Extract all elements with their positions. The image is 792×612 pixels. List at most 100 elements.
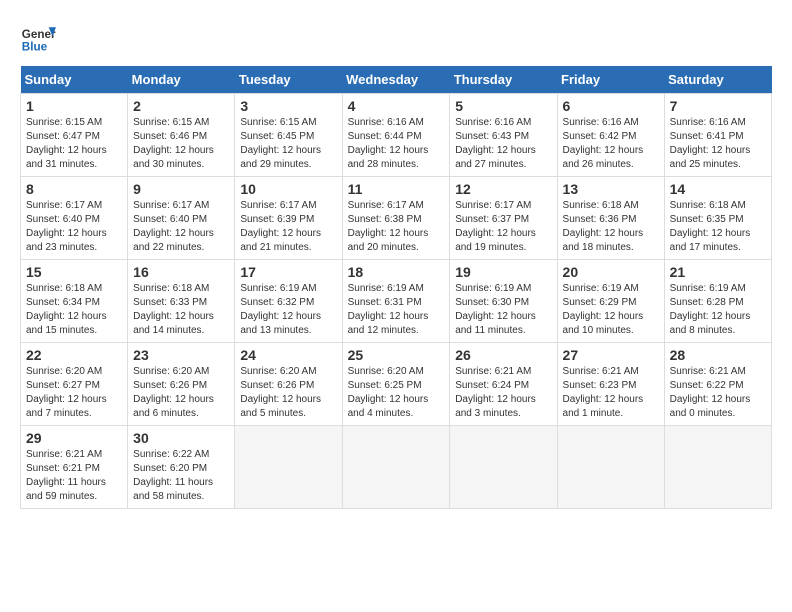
calendar-cell: 15 Sunrise: 6:18 AM Sunset: 6:34 PM Dayli…: [21, 260, 128, 343]
calendar-cell: 7 Sunrise: 6:16 AM Sunset: 6:41 PM Daylig…: [664, 94, 771, 177]
calendar-cell: 13 Sunrise: 6:18 AM Sunset: 6:36 PM Dayli…: [557, 177, 664, 260]
day-info: Sunrise: 6:17 AM Sunset: 6:38 PM Dayligh…: [348, 199, 445, 255]
calendar-cell: 8 Sunrise: 6:17 AM Sunset: 6:40 PM Daylig…: [21, 177, 128, 260]
day-number: 20: [563, 264, 659, 280]
day-info: Sunrise: 6:16 AM Sunset: 6:43 PM Dayligh…: [455, 116, 551, 172]
day-number: 4: [348, 98, 445, 114]
day-info: Sunrise: 6:19 AM Sunset: 6:32 PM Dayligh…: [240, 282, 336, 338]
calendar-cell: 5 Sunrise: 6:16 AM Sunset: 6:43 PM Daylig…: [450, 94, 557, 177]
calendar-cell: 17 Sunrise: 6:19 AM Sunset: 6:32 PM Dayli…: [235, 260, 342, 343]
calendar-cell: 12 Sunrise: 6:17 AM Sunset: 6:37 PM Dayli…: [450, 177, 557, 260]
day-info: Sunrise: 6:16 AM Sunset: 6:42 PM Dayligh…: [563, 116, 659, 172]
calendar-cell: 9 Sunrise: 6:17 AM Sunset: 6:40 PM Daylig…: [128, 177, 235, 260]
calendar-cell: 1 Sunrise: 6:15 AM Sunset: 6:47 PM Daylig…: [21, 94, 128, 177]
calendar-cell: 11Sunrise: 6:17 AM Sunset: 6:38 PM Dayli…: [342, 177, 450, 260]
logo-icon: General Blue: [20, 20, 56, 56]
calendar-cell: 21 Sunrise: 6:19 AM Sunset: 6:28 PM Dayli…: [664, 260, 771, 343]
calendar-week-1: 1 Sunrise: 6:15 AM Sunset: 6:47 PM Daylig…: [21, 94, 772, 177]
day-info: Sunrise: 6:18 AM Sunset: 6:33 PM Dayligh…: [133, 282, 229, 338]
day-number: 3: [240, 98, 336, 114]
calendar-cell: [235, 426, 342, 509]
calendar-cell: [664, 426, 771, 509]
day-info: Sunrise: 6:17 AM Sunset: 6:40 PM Dayligh…: [133, 199, 229, 255]
day-number: 23: [133, 347, 229, 363]
day-info: Sunrise: 6:17 AM Sunset: 6:37 PM Dayligh…: [455, 199, 551, 255]
day-number: 19: [455, 264, 551, 280]
calendar-week-4: 22 Sunrise: 6:20 AM Sunset: 6:27 PM Dayli…: [21, 343, 772, 426]
calendar-cell: [342, 426, 450, 509]
day-number: 5: [455, 98, 551, 114]
day-number: 7: [670, 98, 766, 114]
day-number: 1: [26, 98, 122, 114]
day-number: 26: [455, 347, 551, 363]
calendar-cell: 30 Sunrise: 6:22 AM Sunset: 6:20 PM Dayli…: [128, 426, 235, 509]
calendar-week-3: 15 Sunrise: 6:18 AM Sunset: 6:34 PM Dayli…: [21, 260, 772, 343]
day-info: Sunrise: 6:15 AM Sunset: 6:47 PM Dayligh…: [26, 116, 122, 172]
page-header: General Blue: [20, 20, 772, 56]
day-info: Sunrise: 6:15 AM Sunset: 6:46 PM Dayligh…: [133, 116, 229, 172]
day-number: 25: [348, 347, 445, 363]
calendar-cell: 14Sunrise: 6:18 AM Sunset: 6:35 PM Dayli…: [664, 177, 771, 260]
day-number: 21: [670, 264, 766, 280]
calendar-cell: 27Sunrise: 6:21 AM Sunset: 6:23 PM Dayli…: [557, 343, 664, 426]
day-info: Sunrise: 6:20 AM Sunset: 6:26 PM Dayligh…: [133, 365, 229, 421]
calendar-cell: 22 Sunrise: 6:20 AM Sunset: 6:27 PM Dayli…: [21, 343, 128, 426]
calendar-cell: 26 Sunrise: 6:21 AM Sunset: 6:24 PM Dayli…: [450, 343, 557, 426]
day-info: Sunrise: 6:18 AM Sunset: 6:34 PM Dayligh…: [26, 282, 122, 338]
day-number: 12: [455, 181, 551, 197]
day-info: Sunrise: 6:21 AM Sunset: 6:21 PM Dayligh…: [26, 448, 122, 504]
day-info: Sunrise: 6:16 AM Sunset: 6:44 PM Dayligh…: [348, 116, 445, 172]
weekday-header-monday: Monday: [128, 66, 235, 94]
calendar-cell: 2 Sunrise: 6:15 AM Sunset: 6:46 PM Daylig…: [128, 94, 235, 177]
day-number: 15: [26, 264, 122, 280]
day-number: 8: [26, 181, 122, 197]
day-number: 29: [26, 430, 122, 446]
calendar-table: SundayMondayTuesdayWednesdayThursdayFrid…: [20, 66, 772, 509]
weekday-header-tuesday: Tuesday: [235, 66, 342, 94]
calendar-cell: 29 Sunrise: 6:21 AM Sunset: 6:21 PM Dayli…: [21, 426, 128, 509]
day-info: Sunrise: 6:21 AM Sunset: 6:22 PM Dayligh…: [670, 365, 766, 421]
day-number: 14: [670, 181, 766, 197]
day-info: Sunrise: 6:19 AM Sunset: 6:30 PM Dayligh…: [455, 282, 551, 338]
day-number: 10: [240, 181, 336, 197]
day-number: 24: [240, 347, 336, 363]
day-number: 2: [133, 98, 229, 114]
calendar-cell: 4 Sunrise: 6:16 AM Sunset: 6:44 PM Daylig…: [342, 94, 450, 177]
day-info: Sunrise: 6:19 AM Sunset: 6:28 PM Dayligh…: [670, 282, 766, 338]
day-info: Sunrise: 6:21 AM Sunset: 6:24 PM Dayligh…: [455, 365, 551, 421]
day-info: Sunrise: 6:17 AM Sunset: 6:40 PM Dayligh…: [26, 199, 122, 255]
day-info: Sunrise: 6:17 AM Sunset: 6:39 PM Dayligh…: [240, 199, 336, 255]
calendar-cell: 28 Sunrise: 6:21 AM Sunset: 6:22 PM Dayli…: [664, 343, 771, 426]
day-info: Sunrise: 6:15 AM Sunset: 6:45 PM Dayligh…: [240, 116, 336, 172]
day-number: 6: [563, 98, 659, 114]
day-info: Sunrise: 6:18 AM Sunset: 6:36 PM Dayligh…: [563, 199, 659, 255]
day-number: 30: [133, 430, 229, 446]
day-info: Sunrise: 6:22 AM Sunset: 6:20 PM Dayligh…: [133, 448, 229, 504]
calendar-cell: 25 Sunrise: 6:20 AM Sunset: 6:25 PM Dayli…: [342, 343, 450, 426]
day-info: Sunrise: 6:16 AM Sunset: 6:41 PM Dayligh…: [670, 116, 766, 172]
day-number: 9: [133, 181, 229, 197]
calendar-cell: 6 Sunrise: 6:16 AM Sunset: 6:42 PM Daylig…: [557, 94, 664, 177]
day-info: Sunrise: 6:19 AM Sunset: 6:29 PM Dayligh…: [563, 282, 659, 338]
calendar-cell: 19 Sunrise: 6:19 AM Sunset: 6:30 PM Dayli…: [450, 260, 557, 343]
calendar-cell: [450, 426, 557, 509]
calendar-week-2: 8 Sunrise: 6:17 AM Sunset: 6:40 PM Daylig…: [21, 177, 772, 260]
calendar-cell: [557, 426, 664, 509]
weekday-header-wednesday: Wednesday: [342, 66, 450, 94]
day-info: Sunrise: 6:20 AM Sunset: 6:26 PM Dayligh…: [240, 365, 336, 421]
calendar-cell: 18 Sunrise: 6:19 AM Sunset: 6:31 PM Dayli…: [342, 260, 450, 343]
day-number: 13: [563, 181, 659, 197]
day-number: 28: [670, 347, 766, 363]
day-number: 16: [133, 264, 229, 280]
day-number: 27: [563, 347, 659, 363]
weekday-header-saturday: Saturday: [664, 66, 771, 94]
day-info: Sunrise: 6:19 AM Sunset: 6:31 PM Dayligh…: [348, 282, 445, 338]
weekday-header-friday: Friday: [557, 66, 664, 94]
day-info: Sunrise: 6:20 AM Sunset: 6:25 PM Dayligh…: [348, 365, 445, 421]
calendar-cell: 16 Sunrise: 6:18 AM Sunset: 6:33 PM Dayli…: [128, 260, 235, 343]
day-number: 18: [348, 264, 445, 280]
day-info: Sunrise: 6:20 AM Sunset: 6:27 PM Dayligh…: [26, 365, 122, 421]
day-number: 17: [240, 264, 336, 280]
calendar-cell: 10 Sunrise: 6:17 AM Sunset: 6:39 PM Dayli…: [235, 177, 342, 260]
day-number: 22: [26, 347, 122, 363]
